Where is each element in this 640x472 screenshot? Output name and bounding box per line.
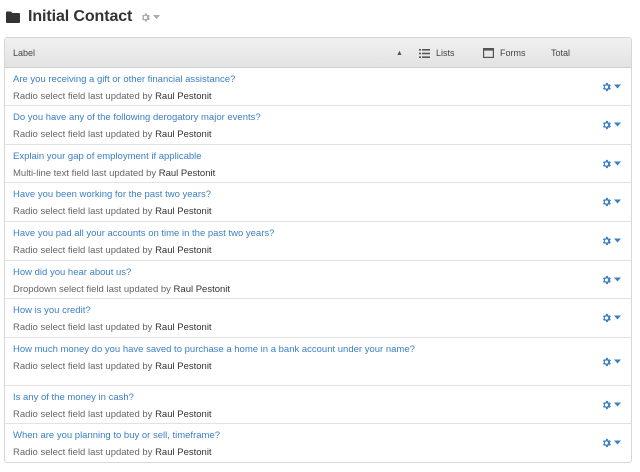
page-header: Initial Contact (6, 7, 161, 27)
row-actions-dropdown[interactable] (601, 197, 621, 208)
field-label-link[interactable]: How is you credit? (13, 305, 571, 316)
row-actions-dropdown[interactable] (601, 236, 621, 247)
updated-by-name: Raul Pestonit (155, 129, 212, 140)
gear-icon (602, 159, 611, 168)
gear-icon (602, 357, 611, 366)
field-type-text: Radio select field last updated by (13, 91, 153, 102)
field-type-text: Radio select field last updated by (13, 129, 153, 140)
field-label-link[interactable]: How much money do you have saved to purc… (13, 344, 571, 355)
caret-down-icon (614, 122, 621, 127)
column-lists-label: Lists (436, 48, 455, 58)
table-body: Are you receiving a gift or other financ… (5, 68, 631, 462)
field-meta: Radio select field last updated by Raul … (13, 245, 571, 256)
row-actions-dropdown[interactable] (601, 120, 621, 131)
caret-down-icon (614, 238, 621, 243)
table-row: Have you pad all your accounts on time i… (5, 222, 631, 261)
table-row: When are you planning to buy or sell, ti… (5, 424, 631, 462)
row-actions-dropdown[interactable] (601, 356, 621, 367)
field-meta: Radio select field last updated by Raul … (13, 206, 571, 217)
gear-icon (602, 197, 611, 207)
gear-icon (602, 313, 611, 323)
updated-by-name: Raul Pestonit (155, 206, 212, 217)
field-label-link[interactable]: Do you have any of the following derogat… (13, 112, 571, 123)
field-meta: Radio select field last updated by Raul … (13, 322, 571, 333)
table-row: How much money do you have saved to purc… (5, 338, 631, 386)
field-meta: Dropdown select field last updated by Ra… (13, 284, 571, 295)
page-title: Initial Contact (28, 8, 133, 25)
list-icon (419, 48, 430, 58)
field-meta: Multi-line text field last updated by Ra… (13, 168, 571, 179)
form-icon (483, 48, 494, 58)
row-actions-dropdown[interactable] (601, 274, 621, 285)
field-label-link[interactable]: Are you receiving a gift or other financ… (13, 74, 571, 85)
gear-icon (602, 275, 611, 284)
caret-down-icon (614, 315, 621, 320)
field-type-text: Radio select field last updated by (13, 245, 153, 256)
field-label-link[interactable]: Have you pad all your accounts on time i… (13, 228, 571, 239)
caret-down-icon (614, 161, 621, 165)
table-row: Explain your gap of employment if applic… (5, 145, 631, 183)
column-forms[interactable]: Forms (483, 38, 526, 68)
caret-down-icon (614, 84, 621, 88)
field-label-link[interactable]: How did you hear about us? (13, 267, 571, 278)
field-meta: Radio select field last updated by Raul … (13, 409, 571, 420)
table-row: How did you hear about us? Dropdown selec… (5, 261, 631, 299)
settings-dropdown[interactable] (140, 12, 161, 23)
gear-icon (602, 236, 611, 246)
row-actions-dropdown[interactable] (601, 313, 621, 324)
gear-icon (602, 438, 611, 448)
field-meta: Radio select field last updated by Raul … (13, 91, 571, 102)
field-label-link[interactable]: Explain your gap of employment if applic… (13, 151, 571, 162)
caret-down-icon (614, 402, 621, 406)
field-meta: Radio select field last updated by Raul … (13, 129, 571, 140)
caret-down-icon (614, 199, 621, 204)
sort-up-icon[interactable]: ▲ (396, 38, 403, 68)
gear-icon (602, 82, 611, 91)
updated-by-name: Raul Pestonit (173, 284, 231, 295)
column-total[interactable]: Total (551, 38, 570, 68)
caret-down-icon (614, 440, 621, 445)
updated-by-name: Raul Pestonit (155, 91, 212, 102)
updated-by-name: Raul Pestonit (155, 361, 212, 372)
table-row: Do you have any of the following derogat… (5, 106, 631, 145)
updated-by-name: Raul Pestonit (155, 409, 212, 420)
table-row: How is you credit? Radio select field las… (5, 299, 631, 338)
field-label-link[interactable]: Have you been working for the past two y… (13, 189, 571, 200)
table-header: Label ▲ Lists Forms Total (5, 38, 631, 68)
table-row: Have you been working for the past two y… (5, 183, 631, 222)
field-type-text: Radio select field last updated by (13, 206, 153, 217)
column-label[interactable]: Label (13, 38, 35, 68)
gear-icon (602, 400, 611, 409)
updated-by-name: Raul Pestonit (158, 168, 216, 179)
updated-by-name: Raul Pestonit (155, 322, 212, 333)
table-row: Is any of the money in cash? Radio select… (5, 386, 631, 424)
row-actions-dropdown[interactable] (601, 81, 621, 92)
updated-by-name: Raul Pestonit (155, 447, 212, 458)
field-type-text: Radio select field last updated by (13, 409, 153, 420)
gear-icon (602, 120, 611, 130)
field-label-link[interactable]: When are you planning to buy or sell, ti… (13, 430, 571, 441)
row-actions-dropdown[interactable] (601, 399, 621, 410)
field-type-text: Radio select field last updated by (13, 447, 153, 458)
field-meta: Radio select field last updated by Raul … (13, 361, 571, 372)
row-actions-dropdown[interactable] (601, 438, 621, 449)
row-actions-dropdown[interactable] (601, 158, 621, 169)
fields-table: Label ▲ Lists Forms Total Are you receiv… (4, 37, 632, 463)
caret-down-icon (614, 277, 621, 281)
caret-down-icon (153, 14, 161, 19)
field-label-link[interactable]: Is any of the money in cash? (13, 392, 571, 403)
folder-icon (6, 11, 20, 23)
updated-by-name: Raul Pestonit (155, 245, 212, 256)
field-type-text: Dropdown select field last updated by (13, 284, 171, 295)
field-meta: Radio select field last updated by Raul … (13, 447, 571, 458)
field-type-text: Multi-line text field last updated by (13, 168, 157, 179)
field-type-text: Radio select field last updated by (13, 322, 153, 333)
table-row: Are you receiving a gift or other financ… (5, 68, 631, 106)
column-lists[interactable]: Lists (419, 38, 455, 68)
gear-icon (142, 12, 151, 22)
field-type-text: Radio select field last updated by (13, 361, 153, 372)
column-forms-label: Forms (500, 48, 526, 58)
caret-down-icon (614, 359, 621, 363)
